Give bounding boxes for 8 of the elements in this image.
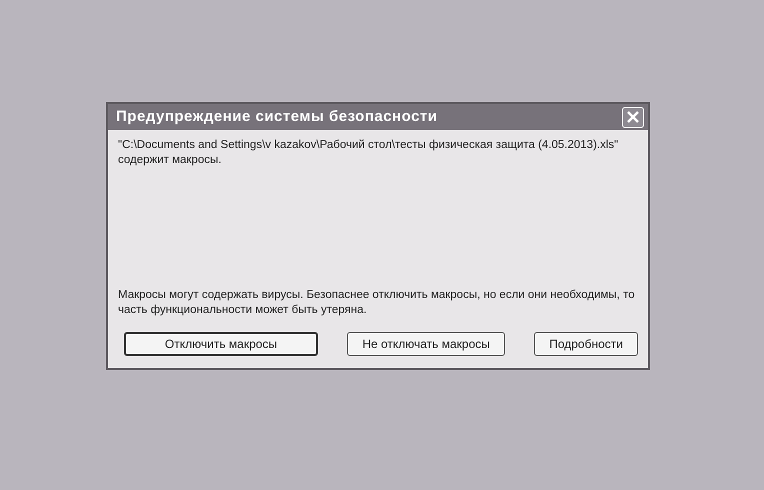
warning-text: Макросы могут содержать вирусы. Безопаснее отключить макросы, но если они необходимы, то часть функциональности может быть утеряна.	[118, 288, 636, 318]
message-text: "C:\Documents and Settings\v kazakov\Рабочий стол\тесты физическая защита (4.05.2013).xls" содержит макросы.	[118, 138, 620, 168]
dialog-button[interactable]: Не отключать макросы	[347, 332, 505, 356]
close-icon	[627, 111, 639, 123]
close-button[interactable]	[622, 106, 644, 128]
dialog-button[interactable]: Подробности	[534, 332, 638, 356]
window-title: Предупреждение системы безопасности	[116, 106, 438, 127]
dialog-button[interactable]: Отключить макросы	[124, 332, 318, 356]
